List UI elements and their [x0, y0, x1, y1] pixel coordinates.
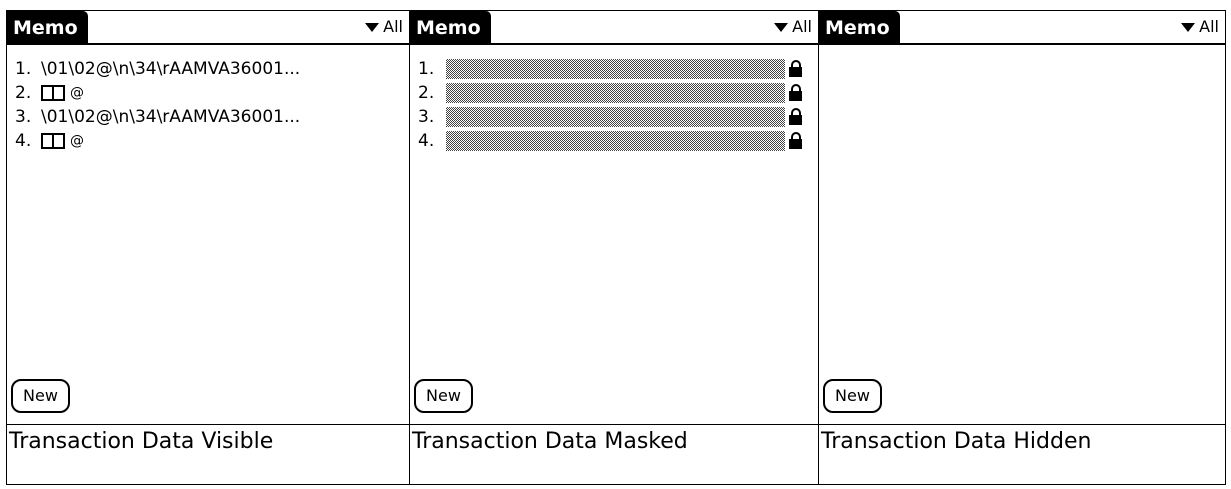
- memo-item-masked[interactable]: 1.: [418, 57, 804, 81]
- memo-item[interactable]: 3. \01\02@\n\34\rAAMVA36001...: [15, 105, 401, 129]
- unprintable-glyphs: @: [41, 133, 84, 149]
- category-label: All: [792, 17, 812, 36]
- app-title: Memo: [7, 11, 88, 43]
- dropdown-triangle-icon: [774, 22, 789, 32]
- new-button[interactable]: New: [823, 379, 882, 413]
- memo-panel-visible: Memo All 1. \01\02@\n\34\rAAMVA36001... …: [7, 11, 409, 424]
- memo-item[interactable]: 2. @: [15, 81, 401, 105]
- title-rule: [7, 43, 409, 45]
- item-number: 3.: [15, 107, 32, 127]
- title-rule: [819, 43, 1225, 45]
- lock-icon: [788, 107, 804, 127]
- memo-item-masked[interactable]: 3.: [418, 105, 804, 129]
- masked-content: [446, 107, 785, 127]
- item-number: 2.: [15, 83, 32, 103]
- item-glyph: @: [70, 85, 84, 101]
- new-button[interactable]: New: [11, 379, 70, 413]
- category-label: All: [1199, 17, 1219, 36]
- category-selector[interactable]: All: [774, 13, 812, 41]
- dropdown-triangle-icon: [1181, 22, 1196, 32]
- item-glyph: @: [70, 133, 84, 149]
- caption-hidden: Transaction Data Hidden: [821, 429, 1092, 454]
- masked-content: [446, 59, 785, 79]
- masked-content: [446, 83, 785, 103]
- memo-item[interactable]: 4. @: [15, 129, 401, 153]
- new-button[interactable]: New: [414, 379, 473, 413]
- title-bar: Memo All: [410, 11, 818, 45]
- memo-item[interactable]: 1. \01\02@\n\34\rAAMVA36001...: [15, 57, 401, 81]
- item-text: \01\02@\n\34\rAAMVA36001...: [41, 59, 301, 79]
- lock-icon: [788, 131, 804, 151]
- title-rule: [410, 43, 818, 45]
- item-text: \01\02@\n\34\rAAMVA36001...: [41, 107, 301, 127]
- category-selector[interactable]: All: [365, 13, 403, 41]
- item-number: 2.: [418, 83, 435, 103]
- item-number: 1.: [15, 59, 32, 79]
- item-number: 3.: [418, 107, 435, 127]
- app-title: Memo: [819, 11, 900, 43]
- unknown-char-box-icon: [41, 133, 65, 149]
- unprintable-glyphs: @: [41, 85, 84, 101]
- masked-content: [446, 131, 785, 151]
- title-bar: Memo All: [7, 11, 409, 45]
- lock-icon: [788, 83, 804, 103]
- lock-icon: [788, 59, 804, 79]
- caption-visible: Transaction Data Visible: [9, 429, 274, 454]
- memo-item-masked[interactable]: 4.: [418, 129, 804, 153]
- category-selector[interactable]: All: [1181, 13, 1219, 41]
- unknown-char-box-icon: [41, 85, 65, 101]
- item-number: 4.: [15, 131, 32, 151]
- item-number: 4.: [418, 131, 435, 151]
- memo-list: 1. \01\02@\n\34\rAAMVA36001... 2. @ 3. \…: [15, 57, 401, 153]
- memo-panel-hidden: Memo All New: [819, 11, 1225, 424]
- memo-list: 1. 2. 3. 4.: [418, 57, 804, 153]
- item-number: 1.: [418, 59, 435, 79]
- caption-masked: Transaction Data Masked: [412, 429, 688, 454]
- screenshot-comparison-grid: Memo All 1. \01\02@\n\34\rAAMVA36001... …: [6, 10, 1226, 485]
- dropdown-triangle-icon: [365, 22, 380, 32]
- memo-panel-masked: Memo All 1. 2. 3. 4. New: [410, 11, 818, 424]
- category-label: All: [383, 17, 403, 36]
- memo-item-masked[interactable]: 2.: [418, 81, 804, 105]
- app-title: Memo: [410, 11, 491, 43]
- title-bar: Memo All: [819, 11, 1225, 45]
